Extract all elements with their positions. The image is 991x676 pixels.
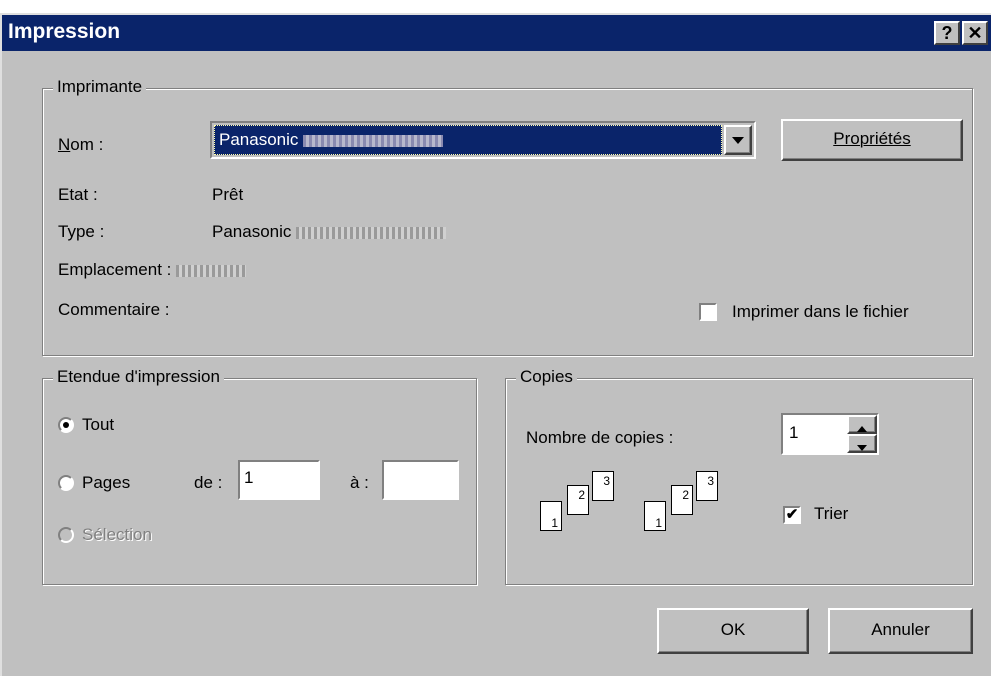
title-bar[interactable]: Impression ? ✕ <box>2 15 991 51</box>
printer-name-label-rest: om : <box>70 135 104 154</box>
location-row: Emplacement : <box>58 260 247 280</box>
type-value-row: Panasonic <box>212 222 447 242</box>
check-icon: ✔ <box>785 506 799 523</box>
cancel-button[interactable]: Annuler <box>828 608 973 654</box>
radio-pages[interactable] <box>58 475 74 491</box>
radio-all-label[interactable]: Tout <box>82 415 114 435</box>
help-button[interactable]: ? <box>934 21 960 45</box>
chevron-down-icon <box>857 445 867 451</box>
radio-selected-dot <box>63 422 69 428</box>
print-to-file-checkbox[interactable] <box>699 303 717 321</box>
radio-selection-label: Sélection <box>82 525 152 544</box>
print-to-file-label[interactable]: Imprimer dans le fichier <box>732 302 909 322</box>
copies-count-label: Nombre de copies : <box>526 428 674 447</box>
printer-legend: Imprimante <box>53 77 147 97</box>
from-label: de : <box>194 473 223 492</box>
radio-pages-label[interactable]: Pages <box>82 473 130 493</box>
spin-down-button[interactable] <box>847 434 877 453</box>
status-label: Etat : <box>58 185 98 204</box>
collate-label[interactable]: Trier <box>814 504 848 524</box>
printer-name-value: Panasonic <box>219 130 299 149</box>
radio-all[interactable] <box>58 417 74 433</box>
radio-selection <box>58 527 74 543</box>
close-button[interactable]: ✕ <box>962 21 988 45</box>
copies-legend: Copies <box>516 367 577 387</box>
printer-dropdown-button[interactable] <box>724 125 752 155</box>
redacted-location <box>176 264 247 277</box>
ok-button[interactable]: OK <box>657 608 809 654</box>
type-label: Type : <box>58 222 105 241</box>
properties-button-label: Propriétés <box>833 129 911 148</box>
to-label: à : <box>350 473 369 492</box>
copies-count-value: 1 <box>789 423 799 442</box>
from-input[interactable]: 1 <box>238 460 320 500</box>
dialog-title: Impression <box>8 20 121 43</box>
stack1-page-3: 3 <box>592 471 614 501</box>
redacted-type-model <box>296 226 447 239</box>
copies-group: Copies <box>505 367 973 585</box>
stack2-page-2: 2 <box>671 485 693 515</box>
spin-up-button[interactable] <box>847 415 877 434</box>
print-dialog: Impression ? ✕ Imprimante Nom : Panasoni… <box>0 13 991 676</box>
location-label: Emplacement : <box>58 260 172 279</box>
chevron-down-icon <box>732 137 744 144</box>
redacted-printer-model <box>303 134 444 147</box>
stack2-page-3: 3 <box>696 471 718 501</box>
properties-button[interactable]: Propriétés <box>781 119 963 161</box>
stack1-page-2: 2 <box>567 485 589 515</box>
type-value: Panasonic <box>212 222 292 241</box>
stack2-page-1: 1 <box>644 501 666 531</box>
print-range-legend: Etendue d'impression <box>53 367 224 387</box>
printer-name-label: Nom : <box>58 135 104 154</box>
printer-name-combobox[interactable]: Panasonic <box>210 121 756 159</box>
stack1-page-1: 1 <box>540 501 562 531</box>
to-input[interactable] <box>382 460 459 500</box>
printer-name-selected: Panasonic <box>214 125 722 155</box>
chevron-up-icon <box>857 426 867 432</box>
comment-label: Commentaire : <box>58 300 170 319</box>
status-value: Prêt <box>212 185 244 204</box>
collate-checkbox[interactable]: ✔ <box>783 506 801 524</box>
copies-spinner[interactable]: 1 <box>781 413 879 455</box>
